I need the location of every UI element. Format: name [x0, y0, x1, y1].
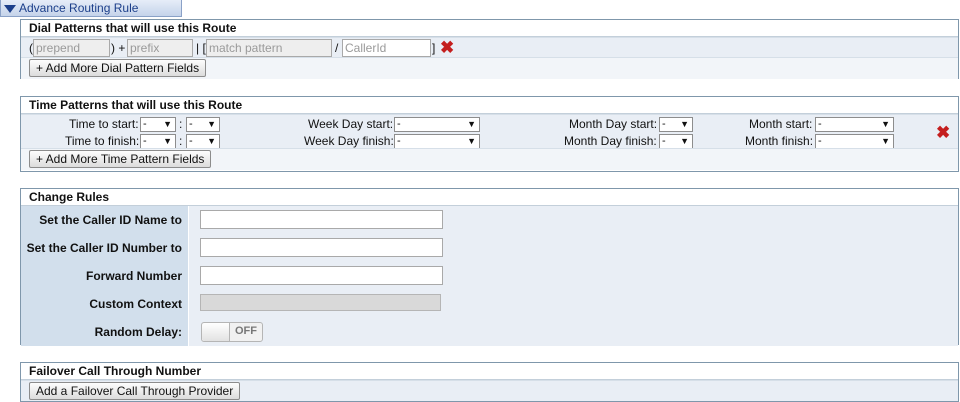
chevron-down-icon: ▼ — [881, 119, 890, 129]
caller-id-name-label: Set the Caller ID Name to — [21, 206, 189, 234]
tab-label: Advance Routing Rule — [19, 1, 139, 15]
time-finish-label: Time to finish: — [65, 134, 140, 148]
delete-time-pattern-icon[interactable]: ✖ — [936, 124, 950, 141]
caller-id-name-input[interactable] — [200, 210, 443, 229]
random-delay-label: Random Delay: — [21, 318, 189, 346]
month-day-finish-select[interactable]: - ▼ — [659, 134, 693, 149]
week-finish-select[interactable]: - ▼ — [394, 134, 480, 149]
callerid-input[interactable] — [342, 39, 431, 57]
random-delay-row: Random Delay: OFF — [21, 318, 958, 346]
custom-context-input[interactable] — [200, 294, 441, 311]
custom-context-row: Custom Context — [21, 290, 958, 318]
time-patterns-panel: Time Patterns that will use this Route T… — [20, 96, 959, 172]
colon: : — [179, 134, 183, 148]
chevron-down-icon: ▼ — [680, 119, 689, 129]
dial-patterns-title: Dial Patterns that will use this Route — [21, 20, 958, 37]
change-rules-panel: Change Rules Set the Caller ID Name to S… — [20, 188, 959, 346]
time-pattern-row: Time to start: - ▼ : - ▼ Week Day start: -… — [21, 114, 958, 149]
chevron-down-icon: ▼ — [467, 119, 476, 129]
time-add-row: + Add More Time Pattern Fields — [21, 148, 958, 170]
forward-number-label: Forward Number — [21, 262, 189, 290]
week-start-label: Week Day start: — [308, 117, 394, 131]
failover-panel: Failover Call Through Number Add a Failo… — [20, 362, 959, 402]
add-time-pattern-button[interactable]: + Add More Time Pattern Fields — [29, 150, 212, 168]
failover-add-row: Add a Failover Call Through Provider — [21, 380, 958, 401]
time-finish-minute-select[interactable]: - ▼ — [186, 134, 220, 149]
chevron-down-icon: ▼ — [163, 119, 172, 129]
caller-id-number-label: Set the Caller ID Number to — [21, 234, 189, 262]
dial-add-row: + Add More Dial Pattern Fields — [21, 57, 958, 79]
forward-number-input[interactable] — [200, 266, 443, 285]
paren-close-plus: ) + — [111, 41, 126, 55]
delete-dial-pattern-icon[interactable]: ✖ — [440, 39, 454, 56]
toggle-state: OFF — [235, 325, 257, 337]
month-start-label: Month start: — [749, 117, 813, 131]
caller-id-number-row: Set the Caller ID Number to — [21, 234, 958, 262]
random-delay-toggle[interactable]: OFF — [201, 322, 263, 342]
chevron-down-icon: ▼ — [467, 136, 476, 146]
caller-id-number-input[interactable] — [200, 238, 443, 257]
custom-context-label: Custom Context — [21, 290, 189, 318]
advance-routing-rule-tab[interactable]: Advance Routing Rule — [0, 0, 182, 17]
time-start-hour-select[interactable]: - ▼ — [140, 117, 176, 132]
time-patterns-title: Time Patterns that will use this Route — [21, 97, 958, 114]
add-failover-provider-button[interactable]: Add a Failover Call Through Provider — [29, 382, 241, 400]
month-day-start-label: Month Day start: — [569, 117, 658, 131]
prefix-input[interactable] — [127, 39, 193, 57]
dial-patterns-panel: Dial Patterns that will use this Route (… — [20, 19, 959, 79]
month-start-select[interactable]: - ▼ — [815, 117, 894, 132]
week-start-select[interactable]: - ▼ — [394, 117, 480, 132]
add-dial-pattern-button[interactable]: + Add More Dial Pattern Fields — [29, 59, 207, 77]
failover-title: Failover Call Through Number — [21, 363, 958, 380]
time-finish-hour-select[interactable]: - ▼ — [140, 134, 176, 149]
dial-pattern-row: ( ) + | [ / ] ✖ — [21, 37, 958, 57]
forward-number-row: Forward Number — [21, 262, 958, 290]
chevron-down-icon: ▼ — [163, 136, 172, 146]
prepend-input[interactable] — [33, 39, 110, 57]
chevron-down-icon: ▼ — [207, 136, 216, 146]
time-start-label: Time to start: — [69, 117, 139, 131]
month-day-start-select[interactable]: - ▼ — [659, 117, 693, 132]
toggle-knob — [202, 323, 230, 341]
change-rules-title: Change Rules — [21, 189, 958, 206]
time-start-minute-select[interactable]: - ▼ — [186, 117, 220, 132]
month-day-finish-label: Month Day finish: — [564, 134, 657, 148]
chevron-down-icon: ▼ — [680, 136, 689, 146]
week-finish-label: Week Day finish: — [304, 134, 394, 148]
triangle-down-icon — [4, 5, 16, 13]
bracket-close: ] — [432, 41, 436, 55]
match-pattern-input[interactable] — [206, 39, 332, 57]
caller-id-name-row: Set the Caller ID Name to — [21, 206, 958, 234]
chevron-down-icon: ▼ — [207, 119, 216, 129]
chevron-down-icon: ▼ — [881, 136, 890, 146]
slash: / — [335, 41, 339, 55]
month-finish-label: Month finish: — [745, 134, 814, 148]
month-finish-select[interactable]: - ▼ — [815, 134, 894, 149]
colon: : — [179, 117, 183, 131]
pipe-bracket: | [ — [196, 41, 206, 55]
